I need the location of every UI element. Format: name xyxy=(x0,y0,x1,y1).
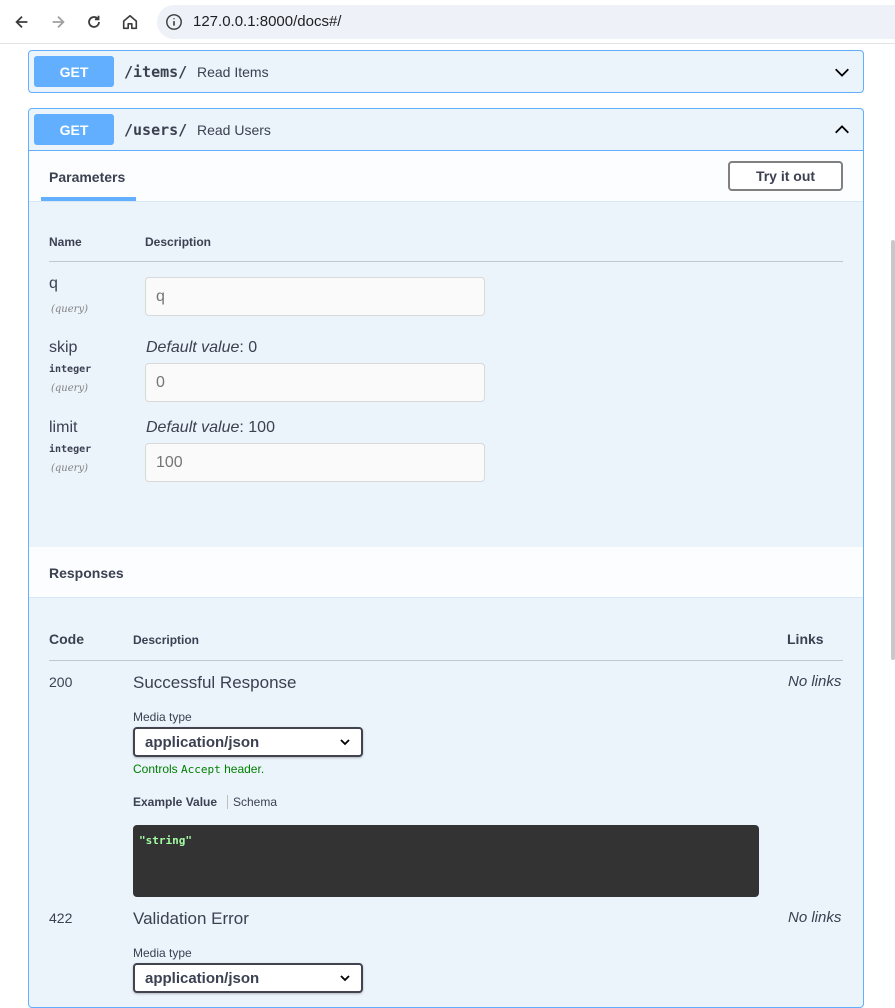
chevron-up-icon[interactable] xyxy=(833,121,851,139)
response-links: No links xyxy=(788,909,842,926)
response-description: Successful Response xyxy=(133,673,297,692)
default-value: : 100 xyxy=(239,419,275,436)
media-type-value: application/json xyxy=(145,970,260,987)
opblock-summary[interactable]: GET /users/ Read Users xyxy=(29,109,863,151)
col-description-header: Description xyxy=(133,633,200,647)
chevron-down-icon xyxy=(340,739,350,746)
param-location: (query) xyxy=(51,463,88,474)
browser-toolbar: 127.0.0.1:8000/docs#/ xyxy=(0,0,895,44)
col-links-header: Links xyxy=(787,631,824,647)
example-code-block: "string" xyxy=(133,825,759,897)
endpoint-path: /items/ xyxy=(124,63,188,81)
opblock-get-items: GET /items/ Read Items xyxy=(28,50,864,93)
param-q-input[interactable] xyxy=(145,277,485,316)
chevron-down-icon xyxy=(340,975,350,982)
reload-icon xyxy=(88,15,100,28)
media-type-value: application/json xyxy=(145,734,260,751)
arrow-left-icon xyxy=(15,15,28,29)
endpoint-summary: Read Items xyxy=(197,64,269,80)
tab-example-value[interactable]: Example Value xyxy=(133,795,217,809)
divider xyxy=(49,261,843,262)
tab-parameters[interactable]: Parameters xyxy=(49,169,125,185)
default-value: : 0 xyxy=(239,339,258,356)
param-limit-input[interactable] xyxy=(145,443,485,482)
param-location: (query) xyxy=(51,383,88,394)
media-type-select[interactable]: application/json xyxy=(133,963,363,993)
param-name: skip xyxy=(49,339,78,356)
col-name-header: Name xyxy=(49,235,82,249)
chevron-down-icon[interactable] xyxy=(833,63,851,81)
controls-prefix: Controls xyxy=(133,762,182,776)
responses-header: Responses xyxy=(29,547,863,598)
method-badge: GET xyxy=(34,56,114,87)
param-type: integer xyxy=(49,364,92,375)
opblock-get-users: GET /users/ Read Users Parameters Try it… xyxy=(28,108,864,1008)
response-links: No links xyxy=(788,673,842,690)
controls-accept-note: Controls Accept header. xyxy=(133,762,264,776)
col-description-header: Description xyxy=(145,235,212,249)
param-default: Default value: 100 xyxy=(146,419,275,437)
example-code: "string" xyxy=(139,834,192,847)
default-label: Default value xyxy=(146,339,240,356)
param-type: integer xyxy=(49,444,92,455)
col-code-header: Code xyxy=(49,631,84,647)
media-type-label: Media type xyxy=(133,946,192,960)
url-text: 127.0.0.1:8000/docs#/ xyxy=(193,13,342,30)
divider xyxy=(49,660,843,661)
arrow-right-icon xyxy=(52,15,65,29)
scrollbar-thumb[interactable] xyxy=(891,240,895,660)
endpoint-summary: Read Users xyxy=(197,122,271,138)
default-label: Default value xyxy=(146,419,240,436)
tab-active-indicator xyxy=(41,197,136,201)
media-type-select[interactable]: application/json xyxy=(133,727,363,757)
tab-separator xyxy=(227,795,228,809)
controls-code: Accept xyxy=(181,763,221,776)
home-icon xyxy=(122,14,138,30)
endpoint-path: /users/ xyxy=(124,121,188,139)
param-default: Default value: 0 xyxy=(146,339,257,357)
site-info-icon[interactable] xyxy=(165,13,183,31)
opblock-summary[interactable]: GET /items/ Read Items xyxy=(29,51,863,93)
controls-suffix: header. xyxy=(220,762,265,776)
param-name: limit xyxy=(49,419,78,436)
response-description: Validation Error xyxy=(133,909,249,928)
back-button[interactable] xyxy=(10,10,34,34)
address-bar[interactable]: 127.0.0.1:8000/docs#/ xyxy=(157,5,895,39)
reload-button[interactable] xyxy=(82,10,106,34)
param-location: (query) xyxy=(51,304,88,315)
parameters-header: Parameters Try it out xyxy=(29,151,863,202)
tab-schema[interactable]: Schema xyxy=(233,795,277,809)
response-code: 422 xyxy=(49,910,73,926)
forward-button[interactable] xyxy=(46,10,70,34)
response-code: 200 xyxy=(49,674,73,690)
param-name: q xyxy=(49,275,58,292)
responses-title: Responses xyxy=(49,565,124,581)
media-type-label: Media type xyxy=(133,710,192,724)
try-it-out-button[interactable]: Try it out xyxy=(728,161,843,191)
home-button[interactable] xyxy=(118,10,142,34)
param-skip-input[interactable] xyxy=(145,363,485,402)
method-badge: GET xyxy=(34,114,114,145)
